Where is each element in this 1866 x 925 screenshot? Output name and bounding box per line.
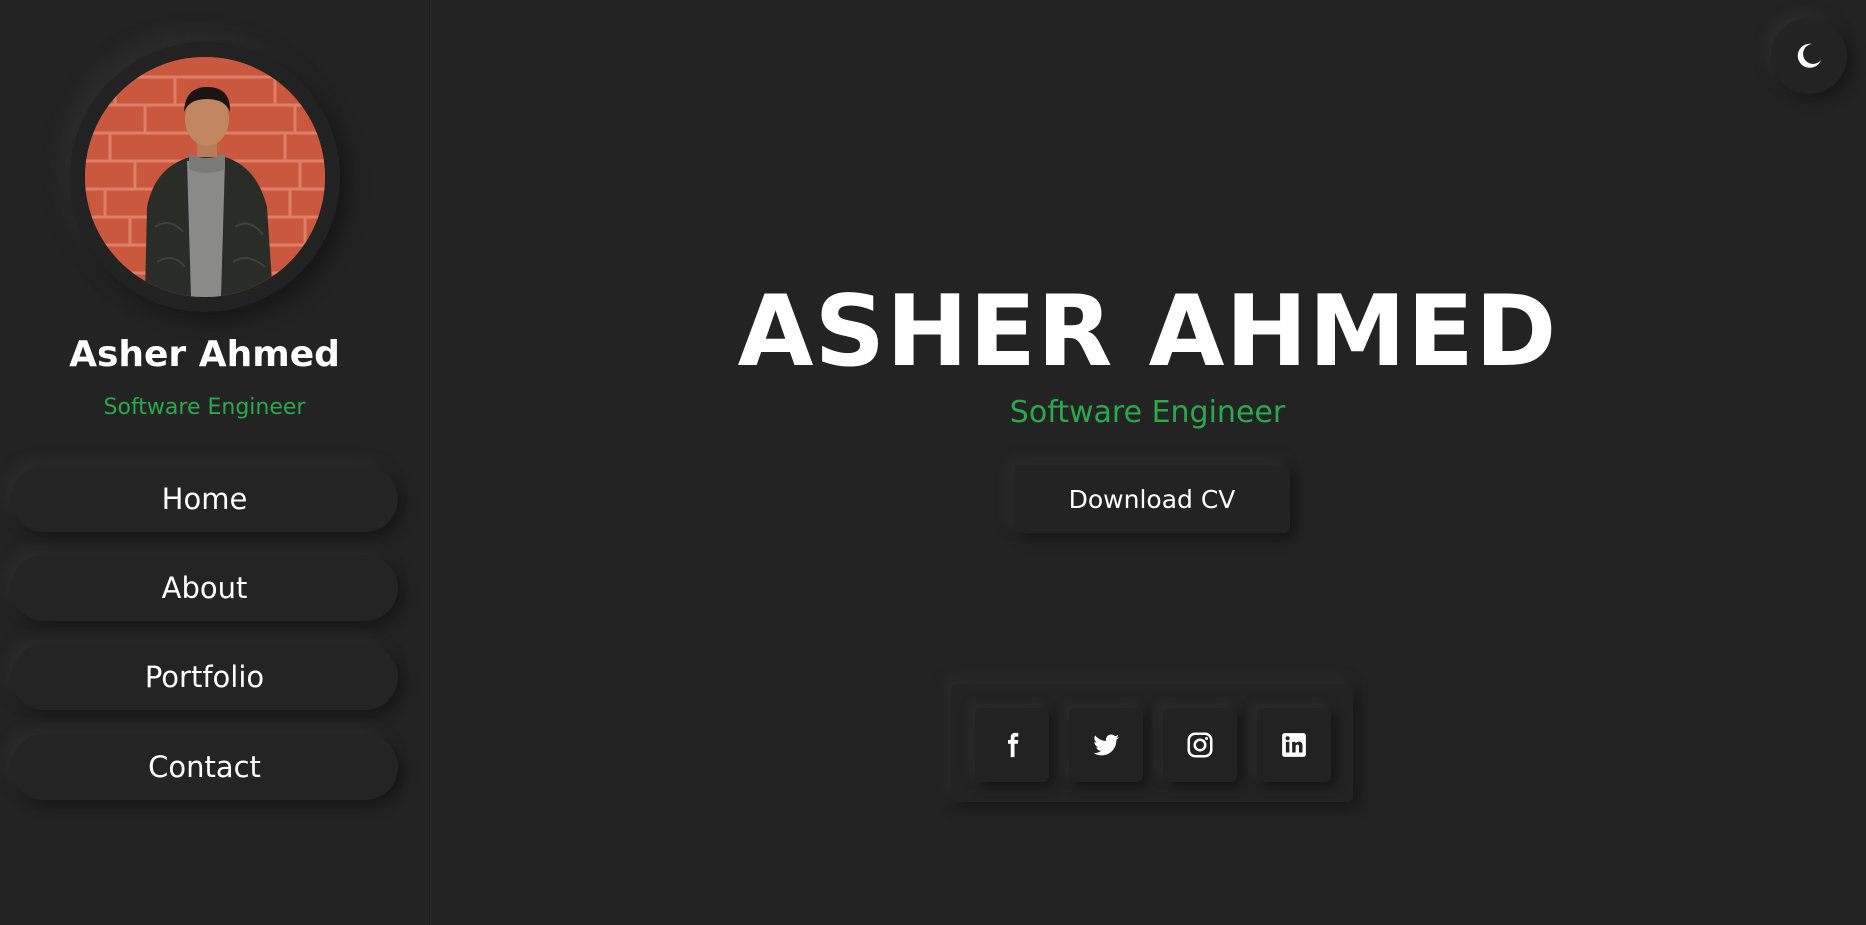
- facebook-icon: [1008, 732, 1019, 758]
- download-cv-button[interactable]: Download CV: [1014, 465, 1290, 533]
- nav-home[interactable]: Home: [11, 466, 398, 532]
- moon-icon: [1797, 43, 1821, 68]
- nav-contact[interactable]: Contact: [11, 734, 398, 800]
- sidebar-role: Software Engineer: [103, 395, 306, 420]
- hero-title: ASHER AHMED: [737, 275, 1558, 389]
- linkedin-icon: [1282, 733, 1306, 757]
- instagram-icon: [1187, 732, 1213, 758]
- twitter-link[interactable]: [1069, 708, 1143, 782]
- linkedin-link[interactable]: [1257, 708, 1331, 782]
- instagram-link[interactable]: [1163, 708, 1237, 782]
- facebook-link[interactable]: [975, 708, 1049, 782]
- twitter-icon: [1093, 734, 1120, 756]
- theme-toggle-button[interactable]: [1771, 18, 1847, 94]
- nav-about[interactable]: About: [11, 555, 398, 621]
- sidebar-name: Asher Ahmed: [69, 334, 340, 375]
- social-links: [951, 684, 1353, 802]
- sidebar: Asher Ahmed Software Engineer Home About…: [0, 0, 430, 925]
- avatar: [85, 57, 325, 297]
- profile-photo: [85, 57, 325, 297]
- nav-portfolio[interactable]: Portfolio: [11, 644, 398, 710]
- hero-role: Software Engineer: [1009, 395, 1286, 430]
- avatar-frame: [70, 42, 340, 312]
